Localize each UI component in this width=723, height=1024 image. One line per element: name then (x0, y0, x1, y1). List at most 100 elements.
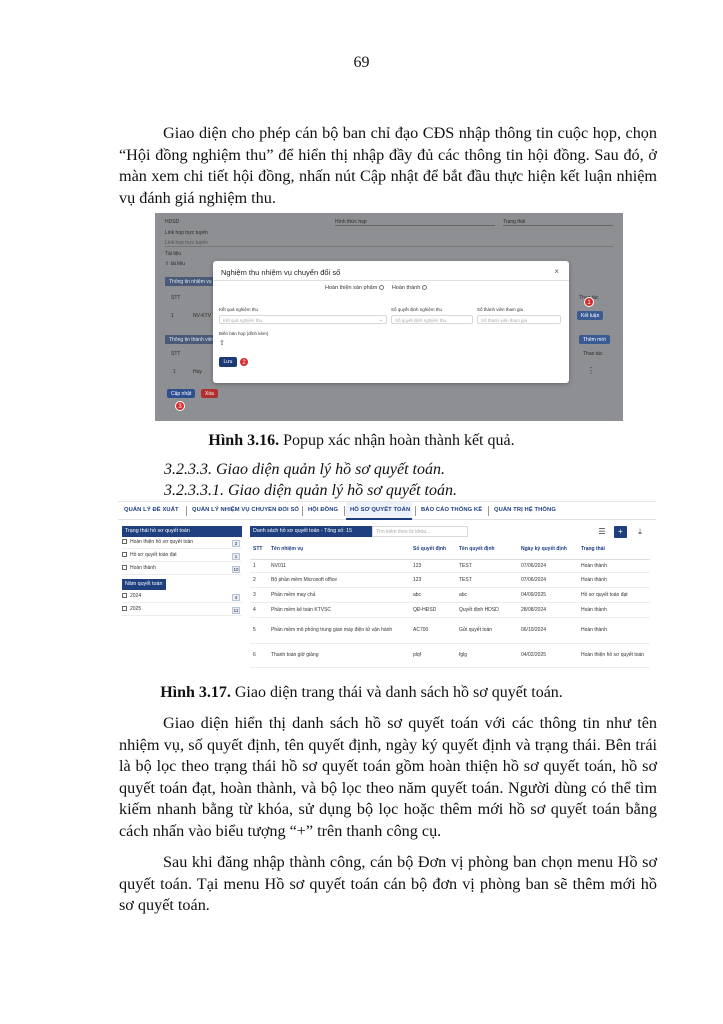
ketluan-button[interactable]: Kết luận (577, 311, 604, 320)
year-filter-title: Năm quyết toán (122, 579, 166, 590)
checkbox[interactable] (122, 552, 127, 558)
nav-reports[interactable]: BÁO CÁO THỐNG KÊ (421, 507, 482, 513)
capnhat-button[interactable]: Cập nhật (167, 389, 196, 398)
result-select[interactable]: Kết quả nghiệm thu ⌄ (219, 315, 387, 324)
top-nav: QUẢN LÝ ĐỀ XUẤT QUẢN LÝ NHIỆM VỤ CHUYỂN … (118, 502, 656, 520)
nav-settlement[interactable]: HỒ SƠ QUYẾT TOÁN (350, 507, 410, 513)
count-badge: 2 (232, 540, 240, 547)
filter-icon[interactable]: ☰ (596, 526, 608, 538)
table-row[interactable]: 6 Thanh toán giờ giảng plqf fglg 04/02/2025 H… (250, 643, 650, 668)
dropdown-meeting-type[interactable]: Hình thức họp (335, 219, 495, 226)
table-row[interactable]: 1 NV011 123 TEST 07/06/2024 Hoàn thành (250, 559, 650, 573)
cell: Hoàn thành (578, 559, 650, 573)
cell: 07/06/2024 (518, 572, 578, 588)
result-label: Kết quả nghiệm thu (219, 307, 259, 312)
col-task-name: Tên nhiệm vụ (268, 539, 410, 560)
cell: Hoàn thiện hồ sơ quyết toán (578, 643, 650, 668)
table-row[interactable]: 2 Bộ phần mềm Microsoft office 123 TEST 07/0… (250, 572, 650, 588)
row1-code: NV-KTV (193, 313, 212, 319)
nav-divider (186, 506, 187, 516)
cell: Hoàn thành (578, 617, 650, 644)
acceptance-modal: Nghiệm thu nhiệm vụ chuyển đổi số × Hoàn… (213, 261, 569, 383)
link-input[interactable]: Link họp trực tuyến (165, 240, 613, 247)
attach-value: ⇧ tài liệu (165, 261, 186, 267)
chevron-down-icon: ⌄ (378, 317, 383, 323)
cell: 123 (410, 559, 456, 573)
cell: NV011 (268, 559, 410, 573)
caption-figure-3-17: Hình 3.17. Giao diện trang thái và danh … (160, 684, 563, 701)
cell: 1 (250, 559, 268, 573)
save-button[interactable]: Lưu (219, 357, 237, 367)
cell: Bộ phần mềm Microsoft office (268, 572, 410, 588)
cell: 04/09/2025 (518, 587, 578, 603)
cell: 28/08/2024 (518, 602, 578, 618)
checkbox[interactable] (122, 539, 127, 545)
cell: abc (410, 587, 456, 603)
radio-label-complete: Hoàn thành (391, 285, 421, 291)
completion-radio-group: Hoàn thiện sản phẩm Hoàn thành (325, 285, 433, 291)
marker-1: 1 (584, 297, 594, 307)
nav-proposals[interactable]: QUẢN LÝ ĐỀ XUẤT (124, 507, 179, 513)
modal-divider (213, 280, 569, 281)
nav-divider (302, 506, 303, 516)
marker-2: 2 (239, 357, 249, 367)
table-row[interactable]: 3 Phần mềm may chủ abc abc 04/09/2025 Hồ sơ q… (250, 587, 650, 603)
cell: 06/10/2024 (518, 617, 578, 644)
download-icon[interactable]: ⤓ (634, 526, 646, 538)
paragraph-intro: Giao diện cho phép cán bộ ban chỉ đạo CĐ… (119, 124, 657, 207)
col-decision-no: Số quyết định (410, 539, 456, 560)
themmoi-button[interactable]: Thêm mới (579, 335, 610, 344)
more-icon[interactable]: ⋮ (587, 366, 595, 375)
radio-refine[interactable] (379, 285, 385, 291)
nav-tasks[interactable]: QUẢN LÝ NHIỆM VỤ CHUYỂN ĐỔI SỐ (192, 507, 299, 513)
cell: Thanh toán giờ giảng (268, 643, 410, 668)
checkbox[interactable] (122, 565, 127, 571)
table-row[interactable]: 4 Phần mềm kế toán KTVSC QĐ-HĐSD Quyết định… (250, 602, 650, 618)
figure-settlement-list-screenshot: QUẢN LÝ ĐỀ XUẤT QUẢN LÝ NHIỆM VỤ CHUYỂN … (118, 501, 656, 673)
decision-label: Số quyết định nghiệm thu (391, 307, 443, 312)
nav-divider (415, 506, 416, 516)
close-icon[interactable]: × (554, 267, 559, 276)
xoa-button[interactable]: Xóa (201, 389, 218, 398)
cell: TEST (456, 559, 518, 573)
cell: Phần mềm mô phỏng trung gian máy điện tử… (268, 617, 410, 644)
filter-status-passed[interactable]: Hồ sơ quyết toán đạt 1 (122, 552, 242, 562)
col-decision-name: Tên quyết định (456, 539, 518, 560)
count-badge: 4 (232, 594, 240, 601)
table-row[interactable]: 5 Phần mềm mô phỏng trung gian máy điện t… (250, 617, 650, 644)
members-label: Số thành viên tham gia (477, 307, 524, 312)
nav-council[interactable]: HỘI ĐỒNG (308, 507, 338, 513)
filter-status-refine[interactable]: Hoàn thiện hồ sơ quyết toán 2 (122, 539, 242, 549)
cell: Quyết định HDSD (456, 602, 518, 618)
dropdown-status[interactable]: Trạng thái (503, 219, 613, 226)
filter-year-2025[interactable]: 2025 11 (122, 606, 242, 616)
cell: abc (456, 587, 518, 603)
checkbox[interactable] (122, 593, 127, 599)
section-heading-3-2-3-3: 3.2.3.3. Giao diện quản lý hồ sơ quyết t… (164, 461, 445, 478)
nav-admin[interactable]: QUẢN TRỊ HỆ THỐNG (494, 507, 556, 513)
marker-3: 3 (175, 401, 185, 411)
hdsd-field: HDSD (165, 219, 180, 225)
members-input[interactable]: Số thành viên tham gia (477, 315, 561, 324)
cell: plqf (410, 643, 456, 668)
cell: 2 (250, 572, 268, 588)
paragraph-description: Giao diện hiển thị danh sách hồ sơ quyết… (119, 714, 657, 840)
checkbox[interactable] (122, 606, 127, 612)
cell: TEST (456, 572, 518, 588)
filter-status-complete[interactable]: Hoàn thành 10 (122, 565, 242, 575)
cell: 04/02/2025 (518, 643, 578, 668)
nav-divider (344, 506, 345, 516)
cell: Hồ sơ quyết toán đạt (578, 587, 650, 603)
decision-input[interactable]: Số quyết định nghiệm thu (391, 315, 473, 324)
radio-complete[interactable] (422, 285, 428, 291)
nav-divider (488, 506, 489, 516)
search-input[interactable]: Tìm kiếm theo từ khóa... (372, 526, 468, 537)
filter-year-2024[interactable]: 2024 4 (122, 593, 242, 603)
col-sign-date: Ngày ký quyết định (518, 539, 578, 560)
add-button[interactable]: + (614, 526, 627, 538)
settlement-table: STT Tên nhiệm vụ Số quyết định Tên quyết… (250, 539, 650, 668)
col-status: Trạng thái (578, 539, 650, 560)
upload-icon[interactable]: ⇧ (219, 339, 225, 347)
cell: 07/06/2024 (518, 559, 578, 573)
paragraph-login: Sau khi đăng nhập thành công, cán bộ Đơn… (119, 853, 657, 914)
